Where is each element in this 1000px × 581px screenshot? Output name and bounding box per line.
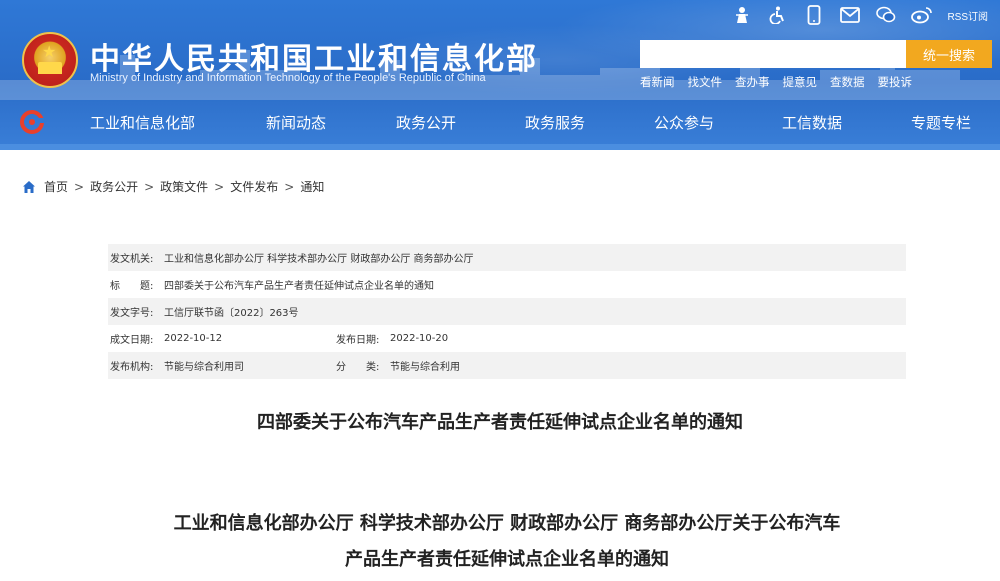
meta-label: 发布机构: [110, 362, 154, 373]
meta-value-issuer: 工业和信息化部办公厅 科学技术部办公厅 财政部办公厅 商务部办公厅 [164, 254, 474, 265]
meta-value-org: 节能与综合利用司 [164, 362, 244, 373]
meta-value-docno: 工信厅联节函〔2022〕263号 [164, 308, 299, 319]
nav-item-public[interactable]: 公众参与 [654, 112, 714, 133]
mail-icon[interactable] [839, 4, 861, 26]
quick-link-data[interactable]: 查数据 [830, 74, 865, 90]
quick-link-files[interactable]: 找文件 [688, 74, 723, 90]
document-metadata-table: 发文机关: 工业和信息化部办公厅 科学技术部办公厅 财政部办公厅 商务部办公厅 … [108, 244, 906, 379]
nav-item-gov-affairs[interactable]: 政务公开 [396, 112, 456, 133]
breadcrumb-separator: > [74, 179, 85, 194]
meta-value-published: 2022-10-20 [390, 333, 449, 344]
meta-label: 标 题: [110, 281, 154, 292]
meta-row-docno: 发文字号: 工信厅联节函〔2022〕263号 [108, 298, 906, 325]
nav-item-news[interactable]: 新闻动态 [266, 112, 326, 133]
meta-value-title: 四部委关于公布汽车产品生产者责任延伸试点企业名单的通知 [164, 281, 434, 292]
breadcrumb-home[interactable]: 首页 [44, 178, 68, 195]
mobile-icon[interactable] [803, 4, 825, 26]
breadcrumb-separator: > [214, 179, 225, 194]
breadcrumb-file-release[interactable]: 文件发布 [230, 178, 278, 195]
quick-link-complaint[interactable]: 要投诉 [878, 74, 913, 90]
weibo-icon[interactable] [911, 4, 933, 26]
person-icon[interactable] [731, 4, 753, 26]
quick-link-services[interactable]: 查办事 [735, 74, 770, 90]
meta-row-dates: 成文日期: 2022-10-12 发布日期: 2022-10-20 [108, 325, 906, 352]
main-nav: 工业和信息化部 新闻动态 政务公开 政务服务 公众参与 工信数据 专题专栏 [0, 100, 1000, 144]
breadcrumb-policy-files[interactable]: 政策文件 [160, 178, 208, 195]
breadcrumb-separator: > [144, 179, 155, 194]
breadcrumb-notice[interactable]: 通知 [300, 178, 324, 195]
header-bottom-bar [0, 144, 1000, 150]
document-heading-line-2: 产品生产者责任延伸试点企业名单的通知 [345, 549, 669, 570]
nav-item-gov-services[interactable]: 政务服务 [525, 112, 585, 133]
nav-item-data[interactable]: 工信数据 [782, 112, 842, 133]
meta-row-issuer: 发文机关: 工业和信息化部办公厅 科学技术部办公厅 财政部办公厅 商务部办公厅 [108, 244, 906, 271]
home-icon[interactable] [22, 180, 36, 194]
top-utility-icons: RSS订阅 [731, 4, 988, 26]
accessibility-icon[interactable] [767, 4, 789, 26]
meta-value-category: 节能与综合利用 [390, 362, 460, 373]
quick-links: 看新闻 找文件 查办事 提意见 查数据 要投诉 [640, 74, 912, 90]
rss-link[interactable]: RSS订阅 [947, 4, 988, 26]
ministry-logo-icon[interactable] [20, 110, 44, 134]
search-input[interactable] [640, 40, 906, 68]
nav-item-topics[interactable]: 专题专栏 [911, 112, 971, 133]
national-emblem-icon[interactable]: ★ [22, 32, 78, 88]
search-box [640, 40, 906, 68]
site-header: ★ 中华人民共和国工业和信息化部 Ministry of Industry an… [0, 0, 1000, 150]
meta-label: 发文字号: [110, 308, 154, 319]
meta-label: 成文日期: [110, 335, 154, 346]
meta-label: 发布日期: [336, 335, 380, 346]
breadcrumb: 首页 > 政务公开 > 政策文件 > 文件发布 > 通知 [22, 178, 324, 195]
meta-label: 分 类: [336, 362, 380, 373]
search-button[interactable]: 统一搜索 [906, 40, 992, 68]
breadcrumb-separator: > [284, 179, 295, 194]
meta-row-org: 发布机构: 节能与综合利用司 分 类: 节能与综合利用 [108, 352, 906, 379]
document-title: 四部委关于公布汽车产品生产者责任延伸试点企业名单的通知 [257, 412, 743, 433]
wechat-icon[interactable] [875, 4, 897, 26]
site-subtitle-en: Ministry of Industry and Information Tec… [90, 72, 486, 84]
breadcrumb-gov-affairs[interactable]: 政务公开 [90, 178, 138, 195]
nav-item-ministry[interactable]: 工业和信息化部 [90, 112, 195, 133]
meta-label: 发文机关: [110, 254, 154, 265]
meta-row-title: 标 题: 四部委关于公布汽车产品生产者责任延伸试点企业名单的通知 [108, 271, 906, 298]
meta-value-created: 2022-10-12 [164, 333, 223, 344]
quick-link-news[interactable]: 看新闻 [640, 74, 675, 90]
quick-link-feedback[interactable]: 提意见 [783, 74, 818, 90]
document-heading-line-1: 工业和信息化部办公厅 科学技术部办公厅 财政部办公厅 商务部办公厅关于公布汽车 [173, 513, 841, 534]
document-heading: 工业和信息化部办公厅 科学技术部办公厅 财政部办公厅 商务部办公厅关于公布汽车 … [108, 506, 906, 578]
